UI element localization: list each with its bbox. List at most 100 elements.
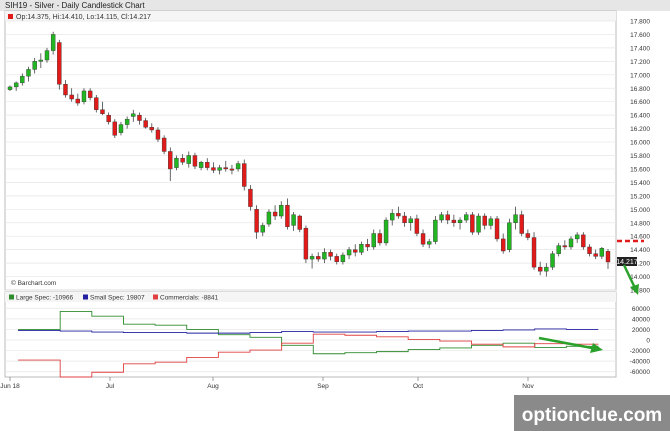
candle-up: [50, 34, 56, 51]
candle-down: [420, 233, 426, 245]
candle-down: [242, 163, 247, 187]
price-tick-label: 16.200: [630, 126, 650, 133]
candle-up: [291, 214, 296, 226]
cot-tick-label: -60000: [630, 369, 651, 376]
candle-up: [198, 162, 204, 168]
price-y-axis: 17.800 17.600 17.400 17.200 17.000 16.800 16.6…: [630, 19, 650, 295]
candle-up: [568, 238, 574, 248]
candle-down: [414, 218, 420, 234]
watermark-text: optionclue.com: [522, 405, 662, 426]
cot-y-axis: 60000 40000 20000 0 -20000 -40000 -60000: [630, 306, 651, 376]
candle-down: [531, 237, 537, 268]
candle-up: [279, 205, 284, 217]
price-tick-label: 14.600: [630, 234, 650, 241]
candle-down: [223, 167, 228, 170]
candle-up: [174, 157, 179, 168]
candle-up: [513, 214, 518, 223]
x-tick-label: Aug: [207, 383, 219, 390]
legend-label: Large Spec: -10966: [16, 295, 73, 302]
price-tick-label: 17.400: [630, 45, 650, 52]
candle-down: [519, 214, 524, 234]
ohlc-info: Op:14.375, Hi:14.410, Lo:14.115, Cl:14.2…: [16, 14, 151, 21]
candle-down: [149, 127, 154, 131]
candle-down: [605, 251, 611, 263]
price-tick-label: 16.800: [630, 86, 650, 93]
legend-swatch: [153, 294, 158, 300]
candle-down: [285, 205, 290, 227]
legend-label: Small Spec: 19807: [90, 295, 145, 302]
cot-tick-label: 40000: [632, 316, 650, 323]
x-axis: Jun 18 Jul Aug Sep Oct Nov: [0, 377, 535, 390]
candle-up: [235, 163, 241, 170]
x-tick-label: Jul: [106, 383, 115, 390]
candle-up: [371, 233, 376, 248]
candle-down: [365, 244, 370, 248]
candle-up: [359, 244, 364, 253]
price-tick-label: 16.000: [630, 140, 650, 147]
cot-tick-label: 0: [646, 338, 650, 345]
candle-down: [248, 188, 253, 207]
cot-panel: [4, 291, 617, 378]
candle-down: [537, 266, 543, 272]
candle-down: [451, 219, 457, 223]
candle-down: [229, 168, 235, 171]
candle-up: [124, 118, 130, 125]
price-tick-label: 14.800: [630, 220, 650, 227]
legend-label: Commercials: -8841: [160, 295, 219, 302]
candle-up: [390, 213, 395, 221]
candle-up: [599, 248, 605, 257]
x-tick-label: Sep: [317, 383, 329, 390]
x-tick-label: Jun 18: [0, 383, 20, 390]
candle-down: [581, 234, 586, 248]
candle-down: [75, 98, 81, 104]
candle-down: [106, 114, 111, 123]
candle-down: [161, 137, 167, 152]
candle-up: [20, 75, 25, 84]
cot-tick-label: -40000: [630, 359, 651, 366]
candle-up: [507, 222, 512, 250]
candle-up: [544, 266, 549, 272]
source-label: © Barchart.com: [11, 279, 56, 287]
candle-up: [383, 219, 389, 244]
cot-tick-label: -20000: [630, 348, 651, 355]
candle-up: [44, 50, 50, 61]
candle-up: [7, 86, 13, 90]
candle-down: [303, 227, 309, 260]
candle-down: [100, 109, 105, 115]
price-legend-swatch: [8, 14, 13, 19]
price-tick-label: 17.800: [630, 19, 650, 26]
candle-down: [272, 211, 278, 217]
candle-up: [322, 252, 327, 260]
candle-down: [494, 218, 500, 240]
candle-down: [445, 214, 450, 221]
candle-up: [488, 218, 494, 226]
candle-down: [328, 252, 333, 257]
candle-up: [427, 241, 432, 245]
candle-down: [587, 246, 592, 254]
price-tick-label: 17.200: [630, 59, 650, 66]
candle-down: [69, 94, 74, 100]
price-tick-label: 16.400: [630, 113, 650, 120]
price-tick-label: 17.000: [630, 72, 650, 79]
price-tick-label: 14.400: [630, 247, 650, 254]
candle-down: [593, 253, 598, 257]
cot-tick-label: 60000: [632, 306, 650, 313]
candle-down: [562, 245, 568, 248]
cot-tick-label: 20000: [632, 327, 650, 334]
candle-up: [260, 225, 265, 233]
candle-up: [408, 218, 413, 223]
candle-down: [396, 213, 401, 217]
candle-down: [137, 114, 142, 121]
candle-down: [168, 151, 173, 170]
candle-up: [131, 113, 136, 117]
price-tick-label: 15.000: [630, 207, 650, 214]
candle-down: [155, 129, 161, 140]
price-grid: [5, 20, 616, 291]
candle-down: [316, 256, 321, 260]
candle-down: [180, 157, 185, 163]
candle-down: [211, 167, 216, 171]
candle-up: [439, 214, 444, 221]
candle-up: [476, 215, 481, 233]
candle-up: [457, 219, 463, 223]
candle-up: [217, 167, 222, 171]
